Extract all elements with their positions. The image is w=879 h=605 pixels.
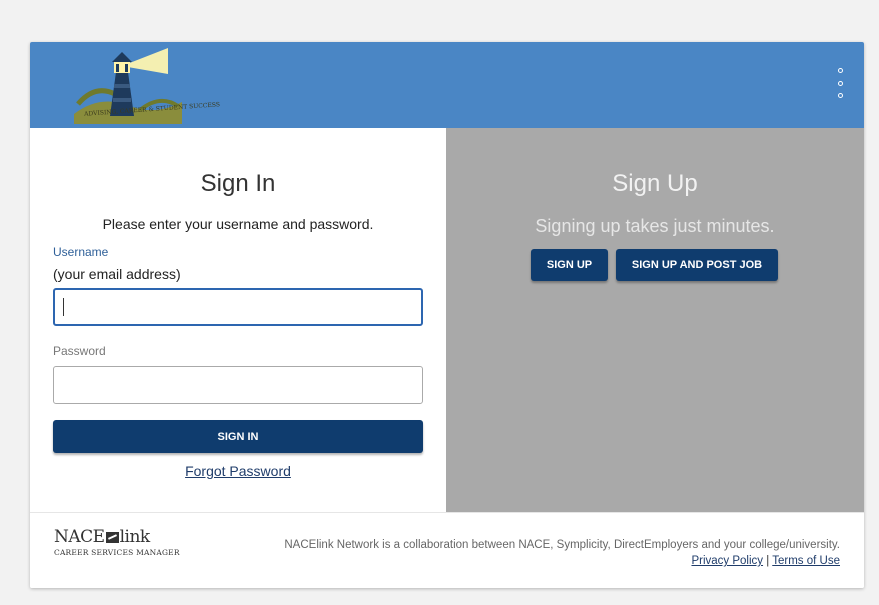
sign-in-panel: Sign In Please enter your username and p… bbox=[30, 128, 446, 512]
forgot-password-link[interactable]: Forgot Password bbox=[30, 463, 446, 479]
sign-up-title: Sign Up bbox=[612, 170, 698, 197]
footer: NACE link CAREER SERVICES MANAGER NACEli… bbox=[30, 512, 864, 588]
nacelink-logo: NACE link CAREER SERVICES MANAGER bbox=[54, 527, 180, 557]
kebab-dot bbox=[837, 80, 843, 86]
lighthouse-logo[interactable]: ADVISING, CAREER & STUDENT SUCCESS bbox=[70, 44, 220, 128]
sign-up-subtitle: Signing up takes just minutes. bbox=[535, 216, 775, 236]
kebab-dot bbox=[837, 93, 843, 98]
text-cursor bbox=[63, 298, 64, 316]
sign-up-button[interactable]: SIGN UP bbox=[531, 249, 608, 281]
password-input[interactable] bbox=[53, 366, 423, 404]
password-label: Password bbox=[53, 344, 106, 358]
sign-in-button[interactable]: SIGN IN bbox=[53, 420, 423, 453]
sign-up-and-post-job-button[interactable]: SIGN UP AND POST JOB bbox=[616, 249, 778, 281]
username-label: Username bbox=[53, 245, 109, 259]
privacy-policy-link[interactable]: Privacy Policy bbox=[691, 555, 763, 567]
footer-info: NACElink Network is a collaboration betw… bbox=[284, 537, 840, 569]
header-bar: ADVISING, CAREER & STUDENT SUCCESS bbox=[30, 42, 864, 128]
more-vertical-icon[interactable] bbox=[835, 68, 845, 98]
footer-collaboration-text: NACElink Network is a collaboration betw… bbox=[284, 539, 840, 551]
kebab-dot bbox=[837, 68, 843, 73]
terms-of-use-link[interactable]: Terms of Use bbox=[772, 555, 840, 567]
nacelink-mark-icon bbox=[105, 531, 119, 543]
nacelink-wordmark: NACE link bbox=[54, 527, 180, 547]
sign-up-panel: Sign Up Signing up takes just minutes. S… bbox=[446, 128, 864, 512]
link-separator: | bbox=[766, 555, 770, 567]
sign-in-title: Sign In bbox=[200, 170, 276, 197]
nacelink-tagline: CAREER SERVICES MANAGER bbox=[54, 548, 180, 557]
login-card: ADVISING, CAREER & STUDENT SUCCESS Sign … bbox=[30, 42, 864, 588]
nacelink-wordmark-left: NACE bbox=[54, 527, 105, 547]
footer-links: Privacy Policy | Terms of Use bbox=[284, 553, 840, 569]
sign-in-instructions: Please enter your username and password. bbox=[102, 216, 374, 232]
username-hint: (your email address) bbox=[53, 266, 181, 282]
nacelink-wordmark-right: link bbox=[119, 527, 151, 547]
username-input[interactable] bbox=[53, 288, 423, 326]
